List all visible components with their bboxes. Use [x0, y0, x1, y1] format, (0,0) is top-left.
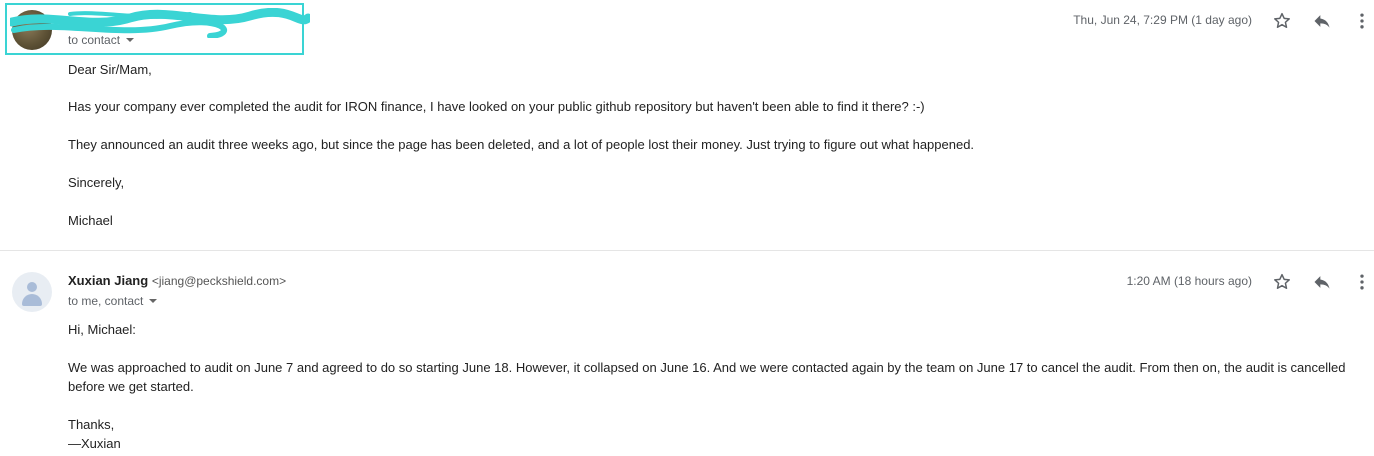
star-icon[interactable] [1272, 11, 1292, 31]
paragraph: Has your company ever completed the audi… [68, 99, 925, 114]
avatar-body [22, 294, 42, 306]
chevron-down-icon[interactable] [149, 298, 158, 303]
sender-name[interactable]: Xuxian Jiang [68, 273, 148, 288]
closing: Thanks, [68, 417, 115, 432]
email-message-1: to contact Thu, Jun 24, 7:29 PM (1 day a… [0, 0, 1374, 250]
recipients-label: to me, contact [68, 294, 144, 308]
email-message-2: Xuxian Jiang <jiang@peckshield.com> to m… [0, 250, 1374, 456]
more-vert-icon[interactable] [1352, 272, 1372, 292]
star-icon[interactable] [1272, 272, 1292, 292]
chevron-down-icon[interactable] [126, 37, 135, 42]
signature: Michael [68, 213, 113, 228]
sender-email: <jiang@peckshield.com> [151, 274, 287, 288]
reply-icon[interactable] [1312, 272, 1332, 292]
paragraph: We was approached to audit on June 7 and… [68, 360, 1346, 394]
greeting: Hi, Michael: [68, 322, 136, 337]
greeting: Dear Sir/Mam, [68, 62, 152, 77]
recipients-line[interactable]: to contact [68, 33, 135, 47]
more-vert-icon[interactable] [1352, 11, 1372, 31]
closing: Sincerely, [68, 175, 125, 190]
redaction-box [5, 3, 304, 55]
signature: —Xuxian [68, 436, 121, 451]
message-timestamp: 1:20 AM (18 hours ago) [1126, 274, 1252, 288]
recipients-line[interactable]: to me, contact [68, 294, 158, 308]
person-icon[interactable] [12, 272, 52, 312]
paragraph: They announced an audit three weeks ago,… [68, 137, 975, 152]
message-timestamp: Thu, Jun 24, 7:29 PM (1 day ago) [1073, 13, 1252, 27]
avatar-head [27, 282, 37, 292]
reply-icon[interactable] [1312, 11, 1332, 31]
recipients-label: to contact [68, 33, 121, 47]
sender-line: Xuxian Jiang <jiang@peckshield.com> [68, 273, 286, 288]
